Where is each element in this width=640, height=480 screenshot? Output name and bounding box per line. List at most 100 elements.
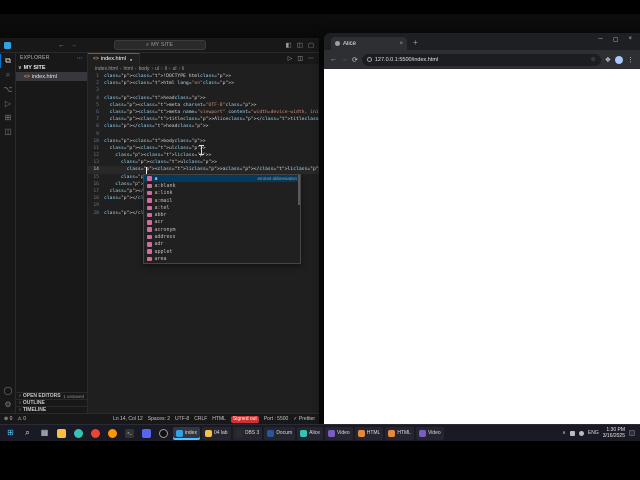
command-center-search[interactable]: ⌕ MY SITE: [113, 40, 206, 50]
taskbar-start-button[interactable]: ⊞: [3, 427, 18, 440]
language-mode-status[interactable]: HTML: [212, 416, 226, 422]
browser-refresh-icon[interactable]: ⟳: [352, 56, 358, 64]
address-bar[interactable]: 127.0.0.1:5500/index.html ☆: [361, 53, 601, 66]
more-actions-icon[interactable]: ⋯: [77, 55, 83, 62]
layout-toggle-icon-3[interactable]: ▢: [308, 41, 314, 50]
taskbar-window-word-document[interactable]: Docum: [264, 426, 296, 440]
browser-menu-icon[interactable]: ⋮: [627, 56, 634, 64]
taskbar-chrome-browser[interactable]: [88, 427, 103, 440]
terminal-icon: >_: [125, 428, 134, 438]
prettier-status[interactable]: ✓ Prettier: [293, 416, 315, 422]
sidebar-section-open-editors[interactable]: › OPEN EDITORS 1 unsaved: [16, 392, 87, 399]
breadcrumb-item[interactable]: body: [139, 66, 150, 72]
extensions-icon[interactable]: ❖: [605, 56, 611, 64]
suggestion-item[interactable]: a:link: [144, 190, 300, 197]
breadcrumb-item[interactable]: ul: [155, 66, 159, 72]
taskbar-window-html-2[interactable]: HTML: [385, 426, 414, 440]
layout-toggle-icon-2[interactable]: ◫: [297, 41, 303, 50]
settings-icon[interactable]: ⚙: [0, 397, 15, 411]
breadcrumb-item[interactable]: index.html: [95, 66, 118, 72]
suggestion-item[interactable]: a:mail: [144, 197, 300, 204]
encoding-status[interactable]: UTF-8: [175, 416, 189, 422]
taskbar-discord[interactable]: [139, 427, 154, 440]
taskbar-window-video-1[interactable]: Video: [325, 426, 353, 440]
sidebar-file-index-html[interactable]: <> index.html: [16, 72, 87, 81]
remote-explorer-icon[interactable]: ◫: [0, 124, 15, 138]
taskbar-edge-browser[interactable]: [71, 427, 86, 440]
run-debug-icon[interactable]: ▷: [0, 96, 15, 110]
taskbar-window-vscode[interactable]: index: [173, 426, 200, 440]
new-tab-icon[interactable]: +: [413, 38, 418, 48]
tab-close-icon[interactable]: ×: [399, 41, 403, 47]
suggestion-item[interactable]: acronym: [144, 226, 300, 233]
tab-label: index.html: [100, 56, 126, 62]
window-close-icon[interactable]: ×: [628, 36, 632, 43]
breadcrumb-item[interactable]: ul: [173, 66, 177, 72]
taskbar-window-obs[interactable]: OBS 3: [232, 426, 263, 440]
taskbar-window-folder-04-lab[interactable]: 04 lab: [201, 426, 231, 440]
tab-index-html[interactable]: <> index.html ●: [88, 53, 140, 64]
editor-action-icon-1[interactable]: ▷: [288, 55, 293, 62]
network-icon[interactable]: [569, 430, 575, 436]
cursor-position-status[interactable]: Ln 14, Col 12: [113, 416, 143, 422]
taskbar-file-explorer[interactable]: [54, 427, 69, 440]
breadcrumb-item[interactable]: html: [123, 66, 132, 72]
volume-icon[interactable]: [578, 430, 584, 436]
taskbar-window-video-2[interactable]: Video: [415, 426, 444, 440]
taskbar-window-html-1[interactable]: HTML: [354, 426, 384, 440]
eol-status[interactable]: CRLF: [194, 416, 207, 422]
account-icon[interactable]: ◯: [0, 383, 15, 397]
suggestion-item[interactable]: address: [144, 233, 300, 240]
back-arrow-icon[interactable]: ←: [58, 41, 65, 50]
browser-back-icon[interactable]: ←: [330, 56, 337, 63]
taskbar-window-browser-alice[interactable]: Alice: [297, 426, 323, 440]
taskbar-search-button[interactable]: ⌕: [20, 427, 35, 440]
indentation-status[interactable]: Spaces: 2: [148, 416, 170, 422]
signed-out-status[interactable]: Signed out: [230, 415, 259, 423]
forward-arrow-icon[interactable]: →: [70, 41, 77, 50]
errors-status[interactable]: ⊗ 0: [4, 416, 12, 422]
suggestion-item[interactable]: a:tel: [144, 204, 300, 211]
breadcrumb-item[interactable]: li: [182, 66, 184, 72]
clock[interactable]: 1:30 PM 3/16/2025: [603, 427, 625, 439]
suggestion-detail: emmet abbreviation: [257, 176, 297, 182]
notification-icon[interactable]: [629, 430, 635, 436]
language-indicator[interactable]: ENG: [588, 430, 599, 436]
layout-toggle-icon-1[interactable]: ◧: [286, 41, 292, 50]
site-info-icon[interactable]: [366, 57, 372, 62]
search-icon[interactable]: ⌕: [0, 68, 15, 82]
hidden-icons-chevron[interactable]: ∧: [562, 430, 566, 436]
sidebar-section-outline[interactable]: › OUTLINE: [16, 399, 87, 406]
taskbar-firefox-browser[interactable]: [105, 427, 120, 440]
explorer-icon[interactable]: ⧉: [0, 54, 15, 68]
extensions-icon[interactable]: ⊞: [0, 110, 15, 124]
popup-scrollbar[interactable]: [298, 175, 300, 205]
suggestion-item[interactable]: adr: [144, 241, 300, 248]
window-maximize-icon[interactable]: ▢: [613, 36, 619, 43]
taskbar-task-view-button[interactable]: ▦: [37, 427, 52, 440]
editor-action-icon-3[interactable]: ⋯: [308, 55, 314, 62]
suggestion-item[interactable]: area: [144, 255, 300, 262]
taskbar-obs-studio[interactable]: [156, 427, 171, 440]
suggestion-item[interactable]: abbr: [144, 211, 300, 218]
browser-forward-icon[interactable]: →: [341, 56, 348, 63]
warnings-status[interactable]: ⚠ 0: [17, 416, 26, 422]
browser-tab-alice[interactable]: Alice ×: [331, 37, 407, 50]
editor-action-icon-2[interactable]: ◫: [297, 55, 303, 62]
source-control-icon[interactable]: ⌥: [0, 82, 15, 96]
suggestion-item[interactable]: a emmet abbreviation: [144, 175, 300, 183]
suggestion-item[interactable]: applet: [144, 248, 300, 255]
suggestion-item[interactable]: a:blank: [144, 182, 300, 189]
sidebar-section-timeline[interactable]: › TIMELINE: [16, 406, 87, 413]
breadcrumb-item[interactable]: li: [165, 66, 167, 72]
sidebar-folder-my-site[interactable]: ∨ MY SITE: [16, 63, 87, 72]
taskbar-terminal[interactable]: >_: [122, 427, 137, 440]
modified-dot-icon[interactable]: ●: [130, 57, 132, 62]
profile-avatar[interactable]: [615, 55, 623, 64]
breadcrumb-separator: ›: [168, 65, 171, 72]
bookmark-star-icon[interactable]: ☆: [590, 56, 595, 63]
suggestion-item[interactable]: acr: [144, 219, 300, 226]
live-server-port-status[interactable]: Port : 5500: [264, 416, 288, 422]
line-number: 5: [96, 102, 99, 108]
window-minimize-icon[interactable]: ─: [599, 36, 603, 43]
